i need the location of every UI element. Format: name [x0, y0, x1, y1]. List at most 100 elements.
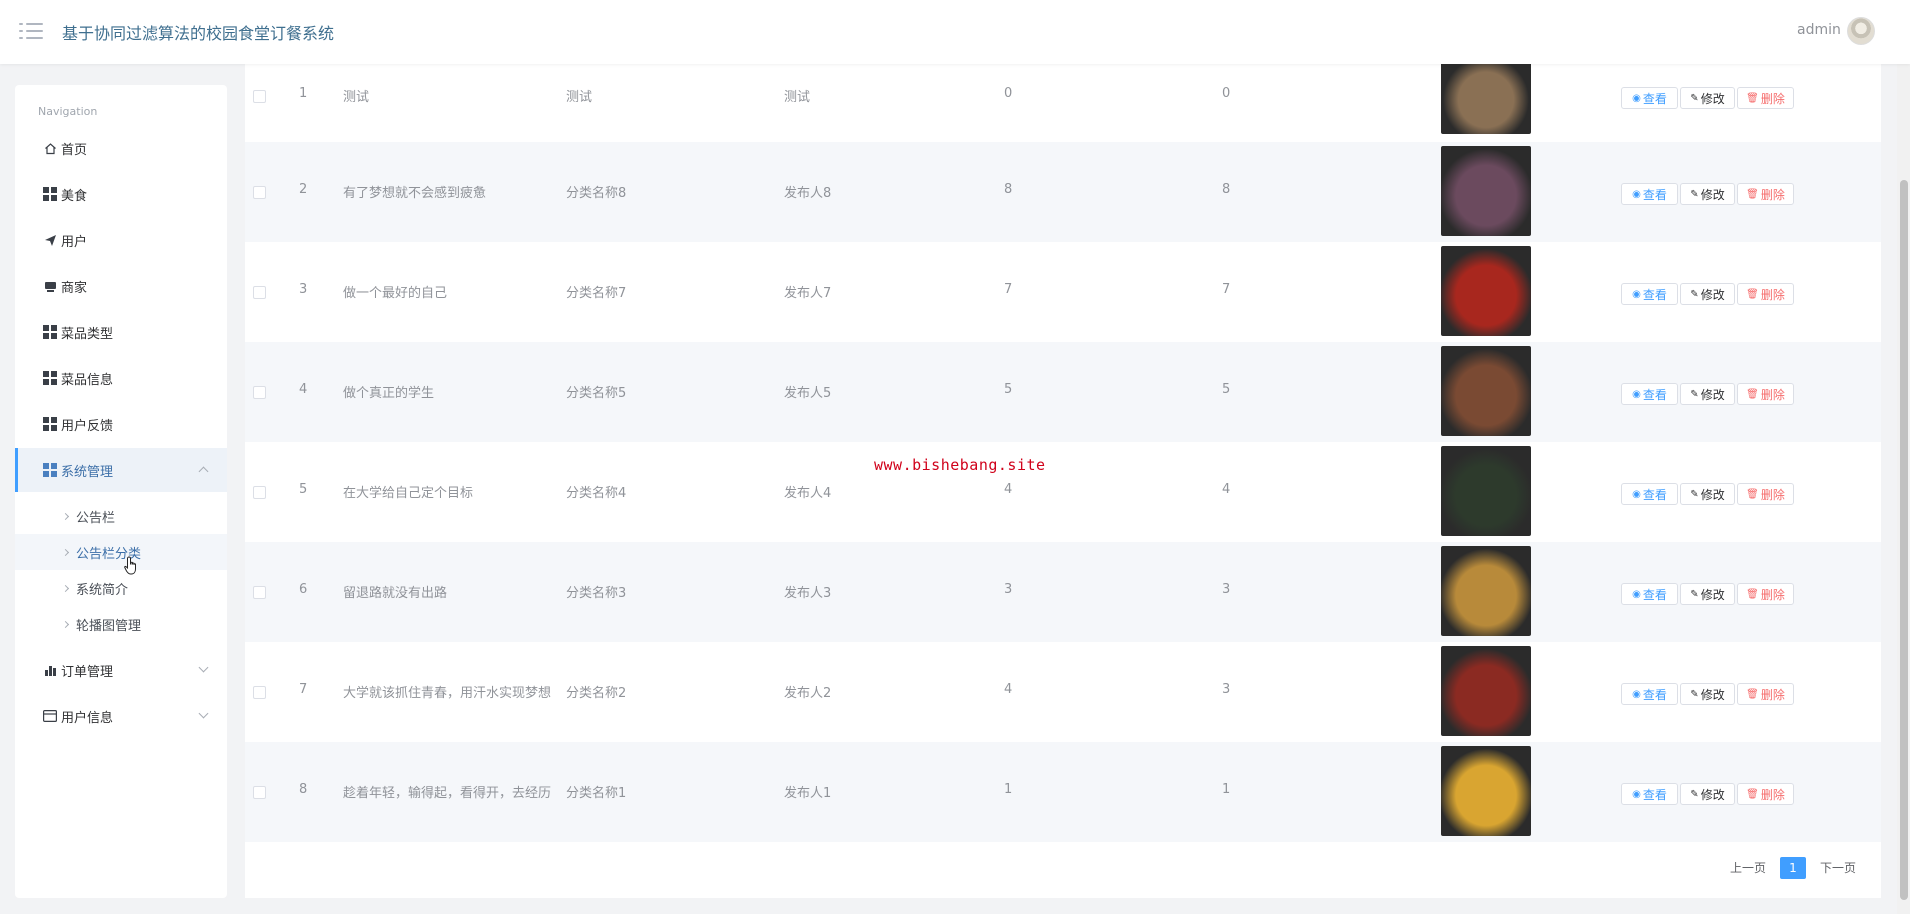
prev-page-button[interactable]: 上一页: [1730, 857, 1766, 879]
cell-n1: 4: [1004, 482, 1013, 497]
sidebar-item-users[interactable]: 用户: [15, 218, 227, 262]
sidebar-subitem-carousel[interactable]: 轮播图管理: [15, 606, 227, 642]
delete-button[interactable]: 🗑 删除: [1737, 783, 1794, 805]
row-checkbox[interactable]: [253, 286, 266, 299]
food-image: [1441, 446, 1531, 536]
eye-icon: ◉: [1632, 788, 1641, 800]
edit-button[interactable]: ✎ 修改: [1680, 683, 1735, 705]
sidebar-item-merchant[interactable]: 商家: [15, 264, 227, 308]
edit-button[interactable]: ✎ 修改: [1680, 183, 1735, 205]
cell-category: 分类名称7: [566, 286, 627, 301]
sidebar-item-label: 菜品类型: [61, 326, 114, 342]
sidebar-item-label: 菜品信息: [61, 372, 114, 388]
sidebar-subitem-notice[interactable]: 公告栏: [15, 498, 227, 534]
chevron-right-icon: [61, 548, 70, 556]
eye-icon: ◉: [1632, 388, 1641, 400]
sidebar-item-food[interactable]: 美食: [15, 172, 227, 216]
sidebar-item-user-info[interactable]: 用户信息: [15, 694, 227, 738]
button-label: 删除: [1760, 187, 1785, 202]
user-name[interactable]: admin: [1797, 22, 1841, 38]
cell-n1: 4: [1004, 682, 1013, 697]
row-checkbox[interactable]: [253, 586, 266, 599]
top-header: 基于协同过滤算法的校园食堂订餐系统 admin: [0, 0, 1910, 64]
chevron-up-icon: [198, 466, 209, 477]
cell-title: 有了梦想就不会感到疲惫: [343, 186, 487, 201]
chevron-down-icon: [198, 708, 209, 719]
edit-icon: ✎: [1690, 188, 1699, 200]
edit-icon: ✎: [1690, 92, 1699, 104]
edit-button[interactable]: ✎ 修改: [1680, 283, 1735, 305]
card-icon: [43, 709, 57, 723]
view-button[interactable]: ◉ 查看: [1621, 183, 1678, 205]
sidebar-item-dish-type[interactable]: 菜品类型: [15, 310, 227, 354]
row-checkbox[interactable]: [253, 186, 266, 199]
button-label: 查看: [1642, 587, 1667, 602]
sidebar-item-label: 美食: [61, 188, 88, 204]
edit-button[interactable]: ✎ 修改: [1680, 483, 1735, 505]
view-button[interactable]: ◉ 查看: [1621, 583, 1678, 605]
sidebar-item-system[interactable]: 系统管理: [15, 448, 227, 492]
sidebar-item-dish-info[interactable]: 菜品信息: [15, 356, 227, 400]
cell-n2: 3: [1222, 582, 1231, 597]
cell-title: 测试: [343, 90, 370, 105]
hamburger-menu-icon[interactable]: [19, 21, 43, 41]
avatar[interactable]: [1847, 17, 1875, 45]
table-row: 4 做个真正的学生 分类名称5 发布人5 5 5 ◉ 查看 ✎ 修改 🗑 删除: [245, 342, 1881, 442]
row-checkbox[interactable]: [253, 786, 266, 799]
paper-plane-icon: [43, 233, 57, 247]
button-label: 查看: [1642, 387, 1667, 402]
food-image: [1441, 346, 1531, 436]
cell-title: 趁着年轻，输得起，看得开，去经历: [343, 786, 552, 801]
button-label: 修改: [1700, 287, 1725, 302]
next-page-button[interactable]: 下一页: [1820, 857, 1856, 879]
edit-button[interactable]: ✎ 修改: [1680, 87, 1735, 109]
home-icon: [43, 141, 57, 155]
edit-button[interactable]: ✎ 修改: [1680, 783, 1735, 805]
table-row: 7 大学就该抓住青春，用汗水实现梦想 分类名称2 发布人2 4 3 ◉ 查看 ✎ 修改 🗑 删除: [245, 642, 1881, 742]
chevron-down-icon: [198, 662, 209, 673]
table-row: 2 有了梦想就不会感到疲惫 分类名称8 发布人8 8 8 ◉ 查看 ✎ 修改 🗑 删除: [245, 142, 1881, 242]
view-button[interactable]: ◉ 查看: [1621, 483, 1678, 505]
hand-cursor-icon: [124, 556, 136, 575]
delete-button[interactable]: 🗑 删除: [1737, 683, 1794, 705]
sidebar-item-home[interactable]: 首页: [15, 126, 227, 170]
trash-icon: 🗑: [1746, 788, 1759, 800]
sidebar-subitem-label: 系统简介: [76, 582, 129, 598]
scrollbar-thumb[interactable]: [1900, 180, 1908, 900]
button-label: 查看: [1642, 91, 1667, 106]
delete-button[interactable]: 🗑 删除: [1737, 383, 1794, 405]
row-checkbox[interactable]: [253, 686, 266, 699]
trash-icon: 🗑: [1746, 488, 1759, 500]
delete-button[interactable]: 🗑 删除: [1737, 583, 1794, 605]
sidebar-subitem-notice-category[interactable]: 公告栏分类: [15, 534, 227, 570]
button-label: 修改: [1700, 187, 1725, 202]
table-row: 1 测试 测试 测试 0 0 ◉ 查看 ✎ 修改 🗑 删除: [245, 58, 1881, 138]
view-button[interactable]: ◉ 查看: [1621, 87, 1678, 109]
page-1-button[interactable]: 1: [1780, 857, 1806, 879]
delete-button[interactable]: 🗑 删除: [1737, 283, 1794, 305]
sidebar-item-orders[interactable]: 订单管理: [15, 648, 227, 692]
cell-n1: 5: [1004, 382, 1013, 397]
sidebar-item-feedback[interactable]: 用户反馈: [15, 402, 227, 446]
cell-n1: 8: [1004, 182, 1013, 197]
edit-icon: ✎: [1690, 688, 1699, 700]
button-label: 修改: [1700, 387, 1725, 402]
cell-category: 分类名称5: [566, 386, 627, 401]
food-image: [1441, 546, 1531, 636]
edit-button[interactable]: ✎ 修改: [1680, 383, 1735, 405]
view-button[interactable]: ◉ 查看: [1621, 783, 1678, 805]
trash-icon: 🗑: [1746, 288, 1759, 300]
row-checkbox[interactable]: [253, 386, 266, 399]
row-checkbox[interactable]: [253, 90, 266, 103]
row-checkbox[interactable]: [253, 486, 266, 499]
grid-icon: [43, 417, 57, 431]
view-button[interactable]: ◉ 查看: [1621, 383, 1678, 405]
view-button[interactable]: ◉ 查看: [1621, 683, 1678, 705]
delete-button[interactable]: 🗑 删除: [1737, 483, 1794, 505]
delete-button[interactable]: 🗑 删除: [1737, 87, 1794, 109]
delete-button[interactable]: 🗑 删除: [1737, 183, 1794, 205]
sidebar-subitem-intro[interactable]: 系统简介: [15, 570, 227, 606]
edit-button[interactable]: ✎ 修改: [1680, 583, 1735, 605]
view-button[interactable]: ◉ 查看: [1621, 283, 1678, 305]
button-label: 修改: [1700, 687, 1725, 702]
